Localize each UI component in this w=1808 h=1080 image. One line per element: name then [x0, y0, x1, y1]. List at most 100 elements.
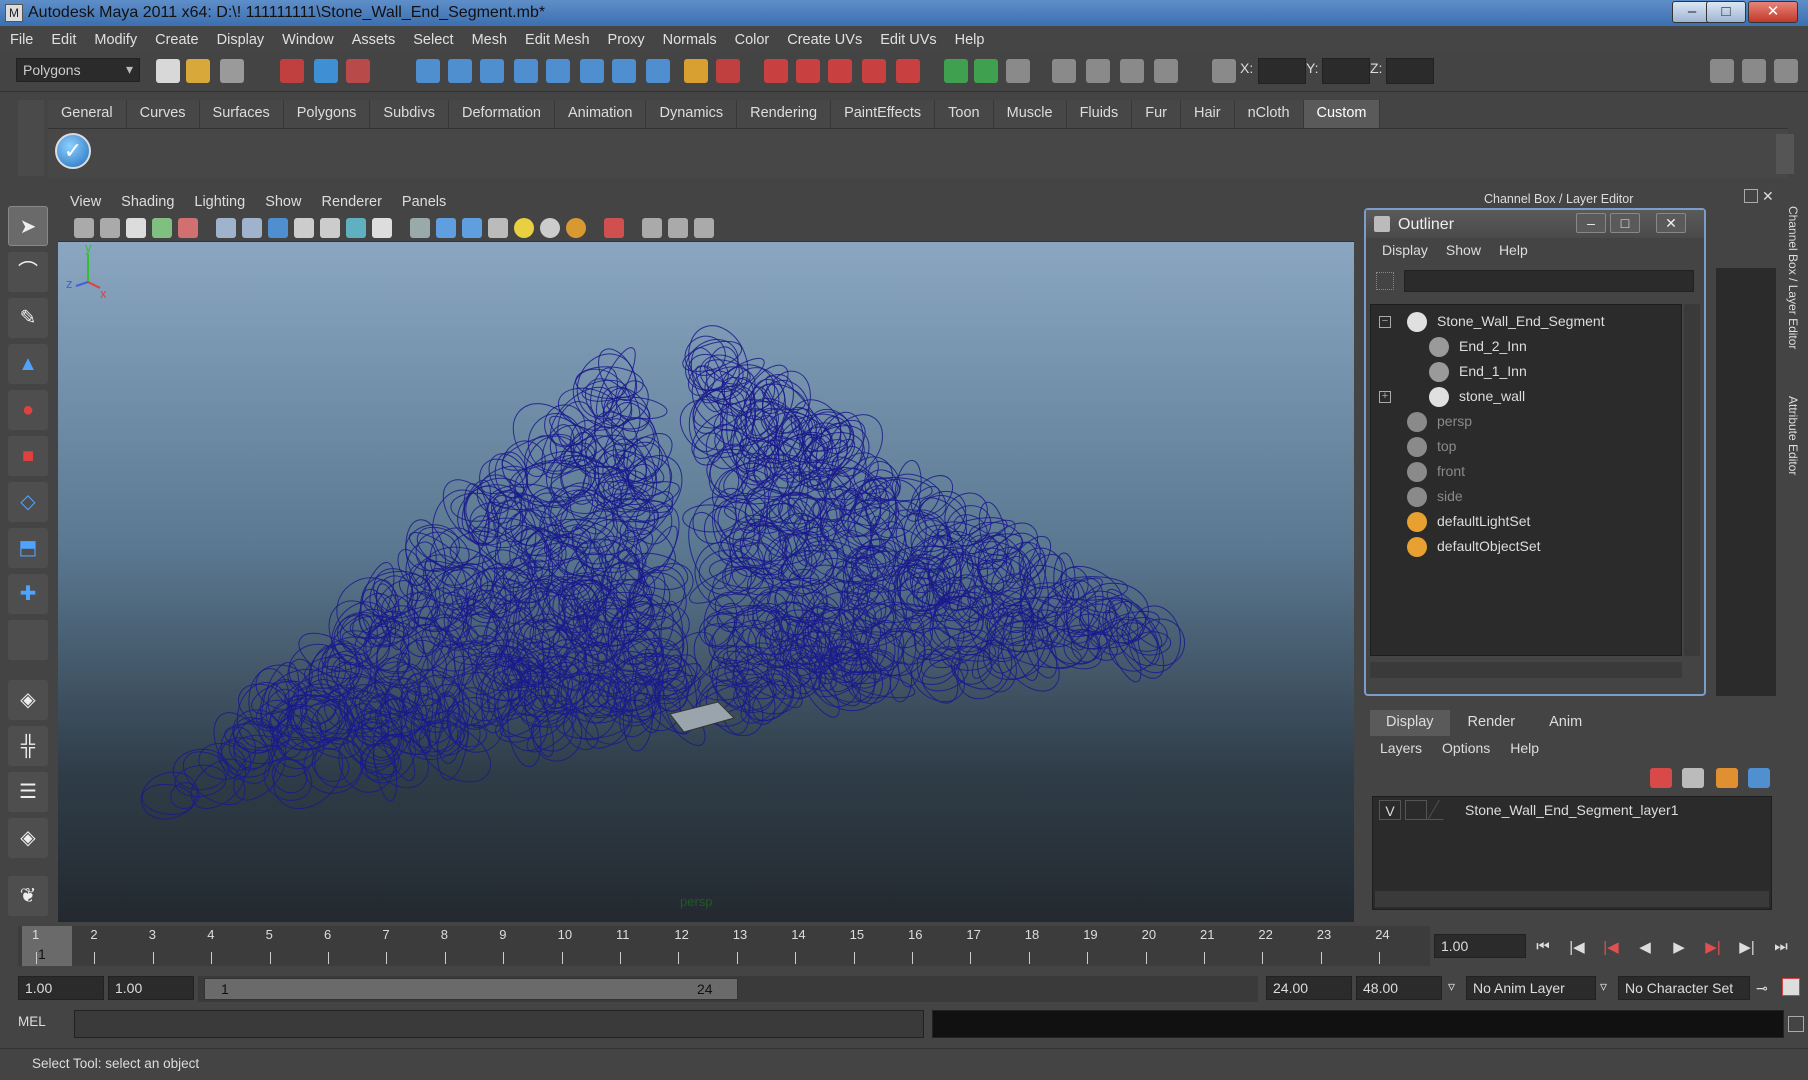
shadows-icon[interactable]: [566, 218, 586, 238]
universal-manip-icon[interactable]: ◇: [8, 482, 48, 522]
snap-live-icon[interactable]: [580, 59, 604, 83]
wall-segment-mesh[interactable]: [670, 317, 1194, 747]
save-scene-icon[interactable]: [220, 59, 244, 83]
lasso-tool-icon[interactable]: ⌒: [8, 252, 48, 292]
menu-assets[interactable]: Assets: [352, 32, 396, 48]
all-lights-icon[interactable]: [540, 218, 560, 238]
shelf-tab-general[interactable]: General: [48, 100, 127, 128]
play-forwards-icon[interactable]: ▶: [1666, 938, 1692, 960]
menu-edit[interactable]: Edit: [51, 32, 76, 48]
start-range-field[interactable]: 1.00: [108, 976, 194, 1000]
viewport-menu-renderer[interactable]: Renderer: [321, 194, 381, 210]
lock-icon[interactable]: [684, 59, 708, 83]
show-manip-icon[interactable]: ✚: [8, 574, 48, 614]
outliner-vertical-scrollbar[interactable]: [1684, 304, 1700, 656]
snap-curve-icon[interactable]: [448, 59, 472, 83]
outliner-item[interactable]: End_2_Inn: [1371, 334, 1683, 359]
scale-tool-icon[interactable]: ■: [8, 436, 48, 476]
wireframe-on-shaded-icon[interactable]: [462, 218, 482, 238]
camera-attributes-icon[interactable]: [74, 218, 94, 238]
shelf-tab-rendering[interactable]: Rendering: [737, 100, 832, 128]
layer-color-swatch[interactable]: [1427, 800, 1455, 820]
menu-color[interactable]: Color: [735, 32, 770, 48]
menu-modify[interactable]: Modify: [94, 32, 137, 48]
float-panel-icon[interactable]: [1744, 189, 1758, 203]
command-input[interactable]: [74, 1010, 924, 1038]
shelf-tab-toon[interactable]: Toon: [935, 100, 994, 128]
anim-layer-dropdown[interactable]: No Anim Layer: [1466, 976, 1596, 1000]
smooth-shade-icon[interactable]: [436, 218, 456, 238]
outliner-item[interactable]: front: [1371, 459, 1683, 484]
step-back-key-icon[interactable]: |◀: [1598, 938, 1624, 960]
make-live-icon[interactable]: [612, 59, 636, 83]
modeling-toolkit-icon[interactable]: [1086, 59, 1110, 83]
shelf-tab-dynamics[interactable]: Dynamics: [646, 100, 738, 128]
layer-name[interactable]: Stone_Wall_End_Segment_layer1: [1465, 802, 1679, 818]
image-plane-icon[interactable]: [126, 218, 146, 238]
menu-window[interactable]: Window: [282, 32, 334, 48]
shelf-tab-deformation[interactable]: Deformation: [449, 100, 555, 128]
shelf-tab-hair[interactable]: Hair: [1181, 100, 1235, 128]
hierarchy-mask-icon[interactable]: [1154, 59, 1178, 83]
viewport-menu-show[interactable]: Show: [265, 194, 301, 210]
animation-preferences-icon[interactable]: [1782, 978, 1800, 996]
shelf-scroll[interactable]: [1776, 134, 1794, 174]
xray-icon[interactable]: [642, 218, 662, 238]
graph-persp-layout-icon[interactable]: ◈: [8, 818, 48, 858]
y-field[interactable]: [1322, 58, 1370, 84]
script-editor-button-icon[interactable]: [1788, 1016, 1804, 1032]
menu-file[interactable]: File: [10, 32, 33, 48]
layer-row[interactable]: V Stone_Wall_End_Segment_layer1: [1377, 799, 1767, 823]
two-d-pan-icon[interactable]: [152, 218, 172, 238]
safe-title-icon[interactable]: [372, 218, 392, 238]
shelf-tab-curves[interactable]: Curves: [126, 100, 200, 128]
end-range-field[interactable]: 24.00: [1266, 976, 1352, 1000]
paint-select-tool-icon[interactable]: ✎: [8, 298, 48, 338]
shelf-tab-animation[interactable]: Animation: [555, 100, 647, 128]
hypershade-icon[interactable]: [974, 59, 998, 83]
layer-visibility-toggle[interactable]: V: [1379, 800, 1401, 820]
perspective-viewport[interactable]: persp y z x: [58, 242, 1354, 922]
go-to-start-icon[interactable]: ⏮: [1530, 938, 1556, 960]
menuset-dropdown[interactable]: Polygons: [16, 58, 140, 82]
menu-mesh[interactable]: Mesh: [472, 32, 507, 48]
menu-proxy[interactable]: Proxy: [608, 32, 645, 48]
auto-key-icon[interactable]: ⊸: [1756, 980, 1768, 997]
open-scene-icon[interactable]: [186, 59, 210, 83]
filter-options-icon[interactable]: [1376, 272, 1394, 290]
new-layer-from-selection-icon[interactable]: [1748, 768, 1770, 788]
outliner-persp-layout-icon[interactable]: ☰: [8, 772, 48, 812]
layer-menu-options[interactable]: Options: [1442, 740, 1490, 762]
outliner-minimize-button[interactable]: –: [1576, 213, 1606, 233]
camera-bookmarks-icon[interactable]: [100, 218, 120, 238]
soft-mod-icon[interactable]: ⬒: [8, 528, 48, 568]
time-slider[interactable]: 1 1 2 3 4 5 6 7 8 9 10 11 12 13 14 15 16 17 18 19 20 21 22 23 2…: [18, 926, 1430, 966]
anim-layer-dropdown-arrow[interactable]: ▿: [1448, 978, 1455, 995]
shelf-tab-ncloth[interactable]: nCloth: [1234, 100, 1304, 128]
step-back-frame-icon[interactable]: |◀: [1564, 938, 1590, 960]
layer-tab-display[interactable]: Display: [1370, 710, 1450, 736]
viewport-menu-panels[interactable]: Panels: [402, 194, 446, 210]
script-editor-icon[interactable]: ❦: [8, 876, 48, 916]
shelf-tab-fluids[interactable]: Fluids: [1066, 100, 1133, 128]
menu-edit-mesh[interactable]: Edit Mesh: [525, 32, 589, 48]
shelf-tab-painteffects[interactable]: PaintEffects: [831, 100, 936, 128]
isolate-select-icon[interactable]: [604, 218, 624, 238]
layer-horizontal-scrollbar[interactable]: [1375, 891, 1769, 907]
move-layer-down-icon[interactable]: [1682, 768, 1704, 788]
attribute-editor-side-tab[interactable]: Attribute Editor: [1786, 396, 1800, 475]
outliner-item[interactable]: side: [1371, 484, 1683, 509]
channel-box-side-tab[interactable]: Channel Box / Layer Editor: [1786, 206, 1800, 349]
outliner-menu-show[interactable]: Show: [1446, 242, 1481, 264]
x-field[interactable]: [1258, 58, 1306, 84]
select-component-icon[interactable]: [346, 59, 370, 83]
construction-history-icon[interactable]: [828, 59, 852, 83]
snap-grid-icon[interactable]: [416, 59, 440, 83]
last-tool-icon[interactable]: [8, 620, 48, 660]
collapse-toggle-icon[interactable]: −: [1379, 316, 1391, 328]
step-forward-key-icon[interactable]: ▶|: [1700, 938, 1726, 960]
show-channel-box-icon[interactable]: [1774, 59, 1798, 83]
viewport-menu-lighting[interactable]: Lighting: [194, 194, 245, 210]
wall-segment-mesh[interactable]: [134, 343, 726, 827]
go-to-end-icon[interactable]: ⏭: [1768, 938, 1794, 960]
